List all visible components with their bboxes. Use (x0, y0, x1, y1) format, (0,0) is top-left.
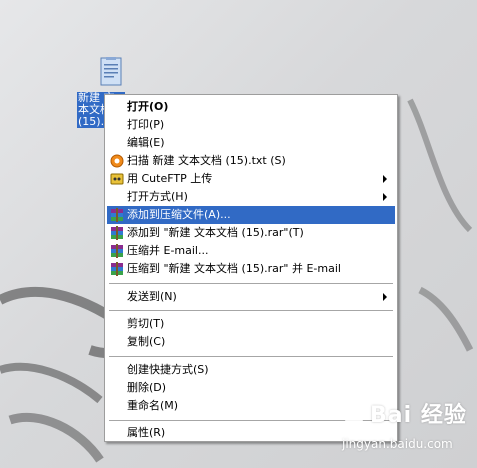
winrar-icon (110, 208, 124, 222)
menu-item-send-to[interactable]: 发送到(N) (107, 288, 395, 306)
submenu-arrow-icon (383, 175, 387, 183)
menu-item-label: 添加到 "新建 文本文档 (15).rar"(T) (127, 226, 304, 239)
winrar-icon (110, 262, 124, 276)
menu-item-add-to-archive[interactable]: 添加到压缩文件(A)... (107, 206, 395, 224)
baidu-paw-icon (340, 398, 369, 427)
winrar-icon (110, 244, 124, 258)
menu-item-label: 打印(P) (127, 118, 165, 131)
menu-item-compress-to-rar-email[interactable]: 压缩到 "新建 文本文档 (15).rar" 并 E-mail (107, 260, 395, 278)
menu-item-label: 添加到压缩文件(A)... (127, 208, 231, 221)
menu-item-label: 压缩并 E-mail... (127, 244, 209, 257)
menu-item-open[interactable]: 打开(O) (107, 98, 395, 116)
menu-item-add-to-rar[interactable]: 添加到 "新建 文本文档 (15).rar"(T) (107, 224, 395, 242)
context-menu: 打开(O) 打印(P) 编辑(E) 扫描 新建 文本文档 (15).txt (S… (104, 94, 398, 442)
baidu-jingyan-watermark: Bai 经验 jingyan.baidu.com (330, 395, 470, 461)
watermark-brand: Bai 经验 (370, 403, 467, 428)
menu-item-label: 属性(R) (127, 426, 166, 439)
menu-item-label: 复制(C) (127, 335, 166, 348)
menu-item-label: 扫描 新建 文本文档 (15).txt (S) (127, 154, 286, 167)
menu-item-label: 重命名(M) (127, 399, 179, 412)
menu-item-copy[interactable]: 复制(C) (107, 333, 395, 351)
menu-item-label: 压缩到 "新建 文本文档 (15).rar" 并 E-mail (127, 262, 341, 275)
submenu-arrow-icon (383, 293, 387, 301)
menu-item-edit[interactable]: 编辑(E) (107, 134, 395, 152)
menu-item-cut[interactable]: 剪切(T) (107, 315, 395, 333)
menu-item-label: 删除(D) (127, 381, 167, 394)
menu-item-label: 用 CuteFTP 上传 (127, 172, 213, 185)
menu-item-label: 发送到(N) (127, 290, 177, 303)
menu-separator (109, 310, 393, 311)
menu-item-print[interactable]: 打印(P) (107, 116, 395, 134)
menu-separator (109, 283, 393, 284)
menu-item-create-shortcut[interactable]: 创建快捷方式(S) (107, 361, 395, 379)
menu-item-label: 编辑(E) (127, 136, 165, 149)
menu-item-open-with[interactable]: 打开方式(H) (107, 188, 395, 206)
submenu-arrow-icon (383, 193, 387, 201)
menu-separator (109, 356, 393, 357)
menu-item-label: 打开方式(H) (127, 190, 188, 203)
menu-item-compress-email[interactable]: 压缩并 E-mail... (107, 242, 395, 260)
menu-item-label: 打开(O) (127, 100, 169, 113)
winrar-icon (110, 226, 124, 240)
watermark-url: jingyan.baidu.com (342, 437, 453, 451)
cuteftp-icon (110, 172, 124, 186)
antivirus-scan-icon (110, 154, 124, 168)
menu-item-label: 剪切(T) (127, 317, 165, 330)
menu-item-label: 创建快捷方式(S) (127, 363, 209, 376)
menu-item-scan[interactable]: 扫描 新建 文本文档 (15).txt (S) (107, 152, 395, 170)
menu-item-cuteftp-upload[interactable]: 用 CuteFTP 上传 (107, 170, 395, 188)
text-file-icon[interactable] (100, 57, 122, 87)
